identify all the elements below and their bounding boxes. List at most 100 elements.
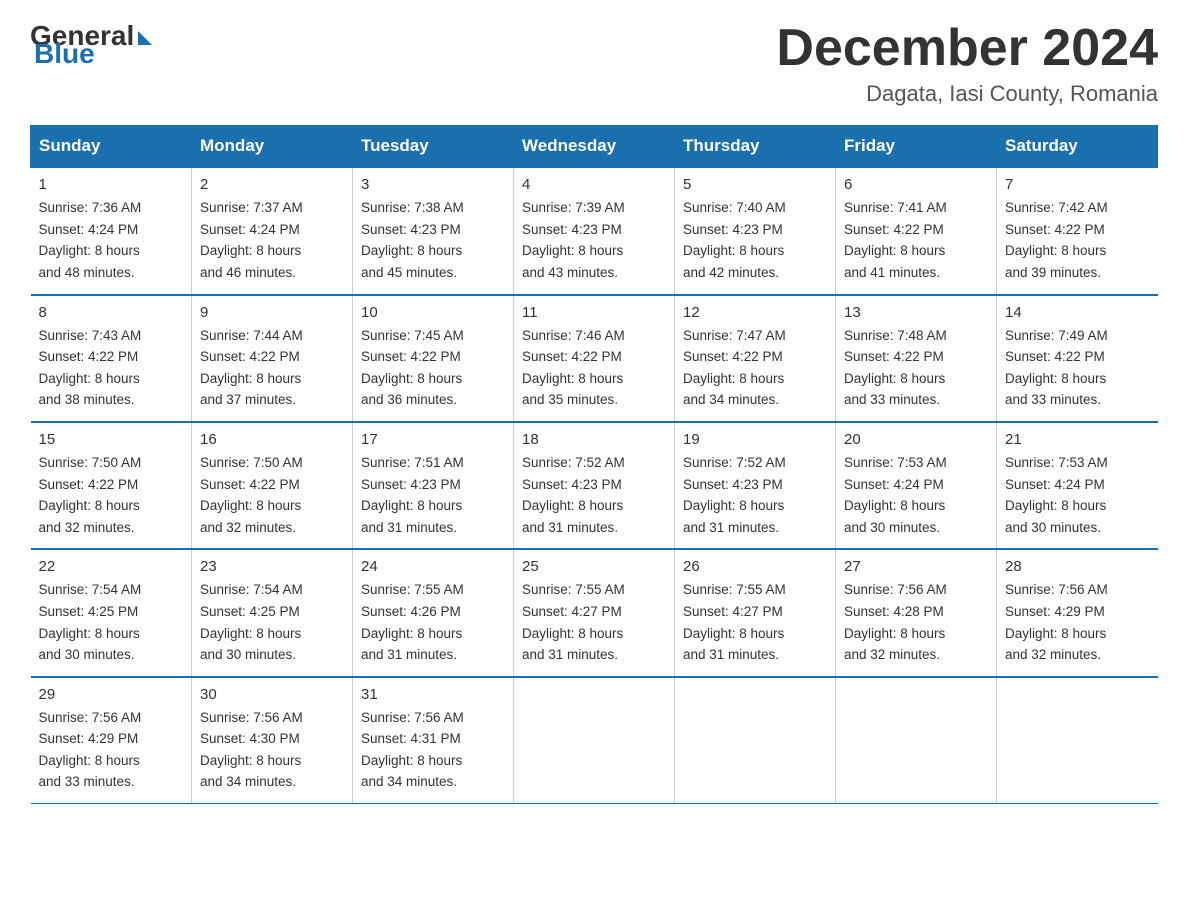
table-row: 1 Sunrise: 7:36 AMSunset: 4:24 PMDaylight… [31, 167, 192, 294]
day-info: Sunrise: 7:41 AMSunset: 4:22 PMDaylight:… [844, 197, 988, 283]
day-info: Sunrise: 7:50 AMSunset: 4:22 PMDaylight:… [200, 452, 344, 538]
title-block: December 2024 Dagata, Iasi County, Roman… [776, 20, 1158, 107]
calendar-week-row: 8 Sunrise: 7:43 AMSunset: 4:22 PMDaylight… [31, 295, 1158, 422]
day-number: 2 [200, 176, 344, 193]
day-number: 30 [200, 686, 344, 703]
table-row: 13 Sunrise: 7:48 AMSunset: 4:22 PMDayligh… [836, 295, 997, 422]
day-number: 12 [683, 304, 827, 321]
logo-arrow-icon [138, 31, 152, 45]
day-number: 11 [522, 304, 666, 321]
day-info: Sunrise: 7:53 AMSunset: 4:24 PMDaylight:… [1005, 452, 1150, 538]
day-info: Sunrise: 7:56 AMSunset: 4:28 PMDaylight:… [844, 579, 988, 665]
day-number: 14 [1005, 304, 1150, 321]
day-number: 26 [683, 558, 827, 575]
table-row [836, 677, 997, 804]
calendar-week-row: 1 Sunrise: 7:36 AMSunset: 4:24 PMDaylight… [31, 167, 1158, 294]
table-row: 11 Sunrise: 7:46 AMSunset: 4:22 PMDayligh… [514, 295, 675, 422]
day-number: 4 [522, 176, 666, 193]
table-row: 25 Sunrise: 7:55 AMSunset: 4:27 PMDayligh… [514, 549, 675, 676]
day-number: 28 [1005, 558, 1150, 575]
day-info: Sunrise: 7:56 AMSunset: 4:29 PMDaylight:… [1005, 579, 1150, 665]
day-number: 18 [522, 431, 666, 448]
table-row: 16 Sunrise: 7:50 AMSunset: 4:22 PMDayligh… [192, 422, 353, 549]
table-row: 7Sunrise: 7:42 AMSunset: 4:22 PMDaylight… [997, 167, 1158, 294]
day-number: 17 [361, 431, 505, 448]
table-row: 17 Sunrise: 7:51 AMSunset: 4:23 PMDayligh… [353, 422, 514, 549]
day-number: 25 [522, 558, 666, 575]
day-info: Sunrise: 7:39 AMSunset: 4:23 PMDaylight:… [522, 197, 666, 283]
day-info: Sunrise: 7:54 AMSunset: 4:25 PMDaylight:… [200, 579, 344, 665]
day-number: 19 [683, 431, 827, 448]
day-info: Sunrise: 7:48 AMSunset: 4:22 PMDaylight:… [844, 325, 988, 411]
day-number: 1 [39, 176, 184, 193]
day-number: 20 [844, 431, 988, 448]
col-friday: Friday [836, 126, 997, 168]
table-row [997, 677, 1158, 804]
day-info: Sunrise: 7:52 AMSunset: 4:23 PMDaylight:… [522, 452, 666, 538]
table-row: 15 Sunrise: 7:50 AMSunset: 4:22 PMDayligh… [31, 422, 192, 549]
table-row: 9Sunrise: 7:44 AMSunset: 4:22 PMDaylight… [192, 295, 353, 422]
day-info: Sunrise: 7:55 AMSunset: 4:27 PMDaylight:… [683, 579, 827, 665]
day-info: Sunrise: 7:56 AMSunset: 4:31 PMDaylight:… [361, 707, 505, 793]
day-number: 27 [844, 558, 988, 575]
calendar-week-row: 22 Sunrise: 7:54 AMSunset: 4:25 PMDayligh… [31, 549, 1158, 676]
day-number: 31 [361, 686, 505, 703]
day-info: Sunrise: 7:45 AMSunset: 4:22 PMDaylight:… [361, 325, 505, 411]
calendar-week-row: 15 Sunrise: 7:50 AMSunset: 4:22 PMDayligh… [31, 422, 1158, 549]
col-saturday: Saturday [997, 126, 1158, 168]
table-row: 27 Sunrise: 7:56 AMSunset: 4:28 PMDayligh… [836, 549, 997, 676]
day-info: Sunrise: 7:56 AMSunset: 4:30 PMDaylight:… [200, 707, 344, 793]
day-info: Sunrise: 7:36 AMSunset: 4:24 PMDaylight:… [39, 197, 184, 283]
day-info: Sunrise: 7:50 AMSunset: 4:22 PMDaylight:… [39, 452, 184, 538]
day-number: 22 [39, 558, 184, 575]
day-number: 16 [200, 431, 344, 448]
col-monday: Monday [192, 126, 353, 168]
page-header: General Blue December 2024 Dagata, Iasi … [30, 20, 1158, 107]
table-row: 21Sunrise: 7:53 AMSunset: 4:24 PMDayligh… [997, 422, 1158, 549]
day-info: Sunrise: 7:56 AMSunset: 4:29 PMDaylight:… [39, 707, 184, 793]
day-info: Sunrise: 7:55 AMSunset: 4:26 PMDaylight:… [361, 579, 505, 665]
col-thursday: Thursday [675, 126, 836, 168]
table-row: 30 Sunrise: 7:56 AMSunset: 4:30 PMDayligh… [192, 677, 353, 804]
day-info: Sunrise: 7:40 AMSunset: 4:23 PMDaylight:… [683, 197, 827, 283]
table-row: 28 Sunrise: 7:56 AMSunset: 4:29 PMDayligh… [997, 549, 1158, 676]
table-row: 4 Sunrise: 7:39 AMSunset: 4:23 PMDaylight… [514, 167, 675, 294]
logo-blue-text: Blue [34, 38, 95, 70]
table-row: 26 Sunrise: 7:55 AMSunset: 4:27 PMDayligh… [675, 549, 836, 676]
month-title: December 2024 [776, 20, 1158, 77]
day-info: Sunrise: 7:44 AMSunset: 4:22 PMDaylight:… [200, 325, 344, 411]
day-info: Sunrise: 7:46 AMSunset: 4:22 PMDaylight:… [522, 325, 666, 411]
day-info: Sunrise: 7:47 AMSunset: 4:22 PMDaylight:… [683, 325, 827, 411]
day-number: 13 [844, 304, 988, 321]
day-info: Sunrise: 7:49 AMSunset: 4:22 PMDaylight:… [1005, 325, 1150, 411]
day-info: Sunrise: 7:42 AMSunset: 4:22 PMDaylight:… [1005, 197, 1150, 283]
col-sunday: Sunday [31, 126, 192, 168]
day-info: Sunrise: 7:55 AMSunset: 4:27 PMDaylight:… [522, 579, 666, 665]
calendar-header-row: Sunday Monday Tuesday Wednesday Thursday… [31, 126, 1158, 168]
table-row: 5Sunrise: 7:40 AMSunset: 4:23 PMDaylight… [675, 167, 836, 294]
day-number: 6 [844, 176, 988, 193]
table-row: 24Sunrise: 7:55 AMSunset: 4:26 PMDayligh… [353, 549, 514, 676]
day-info: Sunrise: 7:53 AMSunset: 4:24 PMDaylight:… [844, 452, 988, 538]
table-row: 31 Sunrise: 7:56 AMSunset: 4:31 PMDayligh… [353, 677, 514, 804]
table-row: 23 Sunrise: 7:54 AMSunset: 4:25 PMDayligh… [192, 549, 353, 676]
table-row: 2 Sunrise: 7:37 AMSunset: 4:24 PMDaylight… [192, 167, 353, 294]
day-number: 23 [200, 558, 344, 575]
day-info: Sunrise: 7:43 AMSunset: 4:22 PMDaylight:… [39, 325, 184, 411]
table-row: 12 Sunrise: 7:47 AMSunset: 4:22 PMDayligh… [675, 295, 836, 422]
table-row [675, 677, 836, 804]
day-number: 8 [39, 304, 184, 321]
day-info: Sunrise: 7:52 AMSunset: 4:23 PMDaylight:… [683, 452, 827, 538]
logo: General Blue [30, 20, 152, 70]
day-number: 10 [361, 304, 505, 321]
day-number: 15 [39, 431, 184, 448]
table-row: 29Sunrise: 7:56 AMSunset: 4:29 PMDayligh… [31, 677, 192, 804]
col-tuesday: Tuesday [353, 126, 514, 168]
table-row [514, 677, 675, 804]
table-row: 22Sunrise: 7:54 AMSunset: 4:25 PMDayligh… [31, 549, 192, 676]
day-info: Sunrise: 7:37 AMSunset: 4:24 PMDaylight:… [200, 197, 344, 283]
day-number: 3 [361, 176, 505, 193]
day-info: Sunrise: 7:51 AMSunset: 4:23 PMDaylight:… [361, 452, 505, 538]
table-row: 14 Sunrise: 7:49 AMSunset: 4:22 PMDayligh… [997, 295, 1158, 422]
location-text: Dagata, Iasi County, Romania [776, 81, 1158, 107]
